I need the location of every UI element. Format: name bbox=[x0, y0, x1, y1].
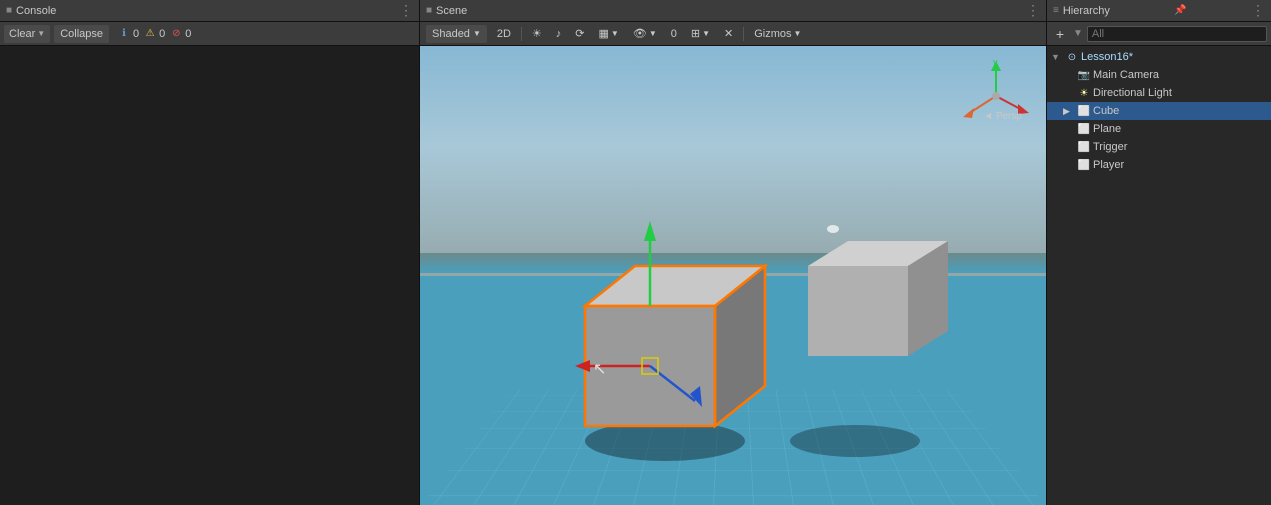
separator-2 bbox=[743, 27, 744, 41]
cube-shadow-plain bbox=[790, 425, 920, 457]
cursor-icon: ↖ bbox=[593, 361, 606, 378]
scene-tab[interactable]: ■ Scene ⋮ bbox=[420, 0, 1046, 22]
fx-toggle[interactable]: ⟳ bbox=[571, 25, 588, 43]
light-icon: ☀ bbox=[1077, 86, 1091, 100]
hierarchy-more-button[interactable]: ⋮ bbox=[1251, 2, 1265, 19]
hierarchy-tab[interactable]: ≡ Hierarchy 📌 ⋮ bbox=[1047, 0, 1271, 22]
collapse-button[interactable]: Collapse bbox=[54, 25, 109, 43]
gizmos-button[interactable]: Gizmos ▼ bbox=[750, 25, 805, 43]
clear-dropdown-arrow[interactable]: ▼ bbox=[37, 29, 45, 38]
error-icon: ⊘ bbox=[169, 27, 183, 41]
cube-icon: ⬜ bbox=[1077, 104, 1091, 118]
hierarchy-panel: ≡ Hierarchy 📌 ⋮ + ▼ ▼ ⊙ Lesson16* 📷 Main… bbox=[1046, 0, 1271, 505]
audio-toggle[interactable]: ♪ bbox=[552, 25, 566, 43]
camera-icon: 📷 bbox=[1077, 68, 1091, 82]
scene-svg: ↖ bbox=[420, 46, 1046, 505]
visibility-count[interactable]: 0 bbox=[667, 25, 681, 43]
hierarchy-search-input[interactable] bbox=[1087, 26, 1267, 42]
scene-tab-title: Scene bbox=[436, 5, 467, 17]
persp-label: ◄ Persp bbox=[983, 111, 1022, 122]
grid-toggle[interactable]: ▦ ▼ bbox=[595, 25, 623, 43]
scene-icon: ⊙ bbox=[1065, 50, 1079, 64]
shaded-dropdown[interactable]: Shaded ▼ bbox=[426, 25, 487, 43]
visibility-toggle[interactable]: 👁 ▼ bbox=[629, 25, 661, 43]
hierarchy-content: ▼ ⊙ Lesson16* 📷 Main Camera ☀ Directiona… bbox=[1047, 46, 1271, 505]
main-camera-label: Main Camera bbox=[1093, 69, 1159, 81]
gizmo-z-tip bbox=[963, 108, 974, 118]
expand-arrow-cube: ▶ bbox=[1063, 106, 1075, 117]
player-icon: ⬜ bbox=[1077, 158, 1091, 172]
plane-icon: ⬜ bbox=[1077, 122, 1091, 136]
hierarchy-item-cube[interactable]: ▶ ⬜ Cube bbox=[1047, 102, 1271, 120]
separator-1 bbox=[521, 27, 522, 41]
scene-panel: ■ Scene ⋮ Shaded ▼ 2D ☀ ♪ ⟳ ▦ ▼ 👁 ▼ 0 ⊞ … bbox=[420, 0, 1046, 505]
scene-toolbar: Shaded ▼ 2D ☀ ♪ ⟳ ▦ ▼ 👁 ▼ 0 ⊞ ▼ ✕ Gizmos… bbox=[420, 22, 1046, 46]
scene-tab-icon: ■ bbox=[426, 5, 432, 16]
console-toolbar: Clear ▼ Collapse ℹ 0 ⚠ 0 ⊘ 0 bbox=[0, 22, 419, 46]
expand-arrow-lesson16: ▼ bbox=[1051, 52, 1063, 62]
hierarchy-tab-title: Hierarchy bbox=[1063, 5, 1110, 17]
console-panel: ■ Console ⋮ Clear ▼ Collapse ℹ 0 ⚠ 0 ⊘ bbox=[0, 0, 420, 505]
hierarchy-toolbar: + ▼ bbox=[1047, 22, 1271, 46]
hierarchy-add-button[interactable]: + bbox=[1051, 25, 1069, 43]
light-toggle[interactable]: ☀ bbox=[528, 25, 546, 43]
cube-label: Cube bbox=[1093, 105, 1119, 117]
hierarchy-item-player[interactable]: ⬜ Player bbox=[1047, 156, 1271, 174]
gizmo-y-label: y bbox=[993, 57, 998, 67]
hierarchy-tab-icon: ≡ bbox=[1053, 5, 1059, 16]
scene-viewport[interactable]: ↖ y bbox=[420, 46, 1046, 505]
console-tab-icon: ■ bbox=[6, 5, 12, 16]
hierarchy-item-main-camera[interactable]: 📷 Main Camera bbox=[1047, 66, 1271, 84]
console-tab[interactable]: ■ Console ⋮ bbox=[0, 0, 419, 22]
clear-button[interactable]: Clear ▼ bbox=[4, 25, 50, 43]
layout-btn[interactable]: ⊞ ▼ bbox=[687, 25, 714, 43]
gizmo-y-arrow bbox=[644, 221, 656, 241]
hierarchy-item-lesson16[interactable]: ▼ ⊙ Lesson16* bbox=[1047, 48, 1271, 66]
gizmo-center bbox=[992, 92, 1000, 100]
shaded-arrow: ▼ bbox=[473, 29, 481, 38]
player-label: Player bbox=[1093, 159, 1124, 171]
hierarchy-item-trigger[interactable]: ⬜ Trigger bbox=[1047, 138, 1271, 156]
gizmo-x-arrow bbox=[575, 360, 590, 372]
2d-button[interactable]: 2D bbox=[493, 25, 515, 43]
gizmo-svg: y bbox=[956, 56, 1036, 136]
lesson16-label: Lesson16* bbox=[1081, 51, 1133, 63]
trigger-label: Trigger bbox=[1093, 141, 1127, 153]
warn-icon: ⚠ bbox=[143, 27, 157, 41]
trigger-icon: ⬜ bbox=[1077, 140, 1091, 154]
console-content bbox=[0, 46, 419, 505]
console-tab-title: Console bbox=[16, 5, 56, 17]
warn-filter[interactable]: ⚠ 0 bbox=[143, 27, 165, 41]
scene-3d-objects: ↖ bbox=[420, 46, 1046, 505]
cross-btn[interactable]: ✕ bbox=[720, 25, 737, 43]
console-more-button[interactable]: ⋮ bbox=[399, 2, 413, 19]
hierarchy-item-directional-light[interactable]: ☀ Directional Light bbox=[1047, 84, 1271, 102]
pin-icon: 📌 bbox=[1174, 5, 1186, 16]
viewport-gizmo: y ◄ Persp bbox=[956, 56, 1036, 136]
hierarchy-item-plane[interactable]: ⬜ Plane bbox=[1047, 120, 1271, 138]
scene-more-button[interactable]: ⋮ bbox=[1026, 2, 1040, 19]
error-filter[interactable]: ⊘ 0 bbox=[169, 27, 191, 41]
info-icon: ℹ bbox=[117, 27, 131, 41]
console-filter: ℹ 0 ⚠ 0 ⊘ 0 bbox=[117, 27, 191, 41]
plane-label: Plane bbox=[1093, 123, 1121, 135]
info-filter[interactable]: ℹ 0 bbox=[117, 27, 139, 41]
add-dropdown-arrow[interactable]: ▼ bbox=[1073, 28, 1083, 39]
directional-light-label: Directional Light bbox=[1093, 87, 1172, 99]
plain-cube-front bbox=[808, 266, 908, 356]
